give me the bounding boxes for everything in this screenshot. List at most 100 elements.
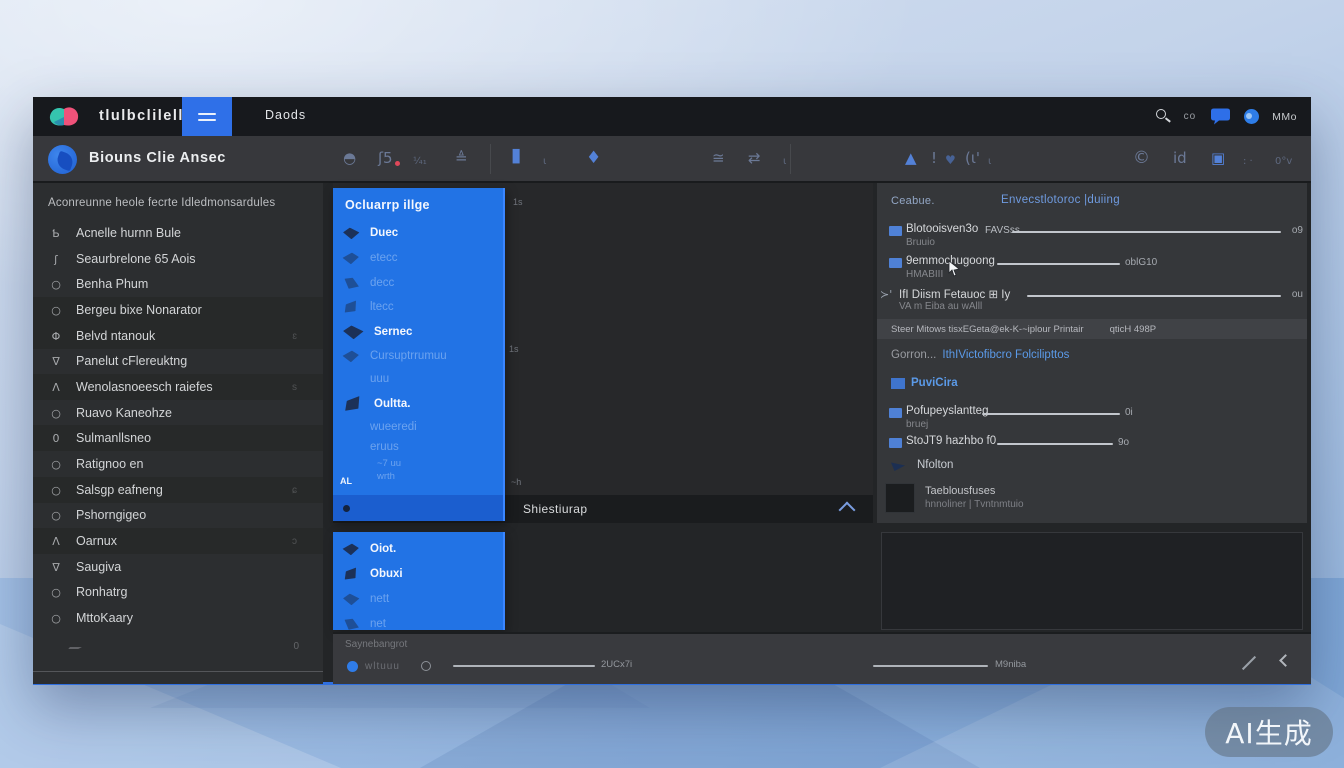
menu-selected-strip[interactable] xyxy=(333,495,503,521)
dot-icon[interactable]: ι xyxy=(988,152,991,172)
submenu-item[interactable]: Obuxi xyxy=(333,563,503,585)
slider-value: ou xyxy=(1292,289,1303,300)
slider-track[interactable] xyxy=(1012,231,1281,233)
clamp-icon[interactable]: ʃ5 xyxy=(378,148,393,168)
sidebar-item-label: Pshorngigeo xyxy=(76,508,146,522)
collapse-icon[interactable] xyxy=(64,647,82,654)
sidebar-item[interactable]: ΛWenolasnoeesch raiefess xyxy=(33,374,323,400)
sidebar-item-label: Ruavo Kaneohze xyxy=(76,406,172,420)
sidebar-item-label: Benha Phum xyxy=(76,277,148,291)
sidebar-item[interactable]: 0Sulmanllsneo xyxy=(33,425,323,451)
copyright-icon[interactable]: © xyxy=(1133,148,1150,168)
chat-bubble-icon[interactable] xyxy=(1209,108,1231,126)
search-icon[interactable] xyxy=(1156,109,1171,124)
inspector-header-right[interactable]: Envecstlotoroc |duiing xyxy=(1001,194,1120,206)
scale-slider-track[interactable] xyxy=(873,665,988,667)
sidebar-item[interactable]: ○Bergeu bixe Nonarator xyxy=(33,297,323,323)
menu-item-daods[interactable]: Daods xyxy=(265,108,306,122)
clip-card[interactable]: Taeblousfuses hnnoliner | Tvntnmtuio xyxy=(885,483,1295,517)
menu-item[interactable]: wrth xyxy=(333,469,503,483)
slider-track[interactable] xyxy=(997,263,1120,265)
submenu-item[interactable]: Oiot. xyxy=(333,538,503,560)
section-header-bar[interactable]: Steer Mitows tisxEGeta@ek-K-~iplour Prin… xyxy=(877,319,1307,339)
sidebar-item[interactable]: ○Ratignoo en xyxy=(33,451,323,477)
slider-sublabel: bruej xyxy=(906,419,928,430)
expand-chevron-icon[interactable]: ≻' xyxy=(880,288,892,301)
dome-icon[interactable]: ◓ xyxy=(343,148,356,168)
avatar[interactable] xyxy=(1244,109,1259,124)
id-card-icon[interactable]: id xyxy=(1173,148,1187,168)
sidebar-item[interactable]: ∇Saugiva xyxy=(33,554,323,580)
menu-item[interactable]: etecc xyxy=(333,247,503,269)
menu-item[interactable]: wueeredi xyxy=(333,416,503,438)
slider-track[interactable] xyxy=(997,443,1113,445)
drop-icon[interactable]: ♥ xyxy=(945,150,956,170)
menu-item[interactable]: ~7 uu xyxy=(333,456,503,470)
hyperlink[interactable]: IthIVictofibcro Folcilipttos xyxy=(942,349,1069,361)
menu-item-label: Cursuptrrumuu xyxy=(370,350,447,362)
flask-icon[interactable]: ♦ xyxy=(586,148,601,168)
popup-menu-header: Ocluarrp illge xyxy=(345,198,430,212)
record-dot-icon[interactable] xyxy=(347,661,358,672)
exclaim-icon[interactable]: ! xyxy=(931,148,937,168)
sidebar-item[interactable]: ○MttoKaary xyxy=(33,605,323,631)
list-icon: Λ xyxy=(49,381,63,394)
sidebar-item[interactable]: ○Benha Phum xyxy=(33,271,323,297)
list-icon: Φ xyxy=(49,330,63,343)
menu-item-icon xyxy=(341,298,360,316)
menu-item-icon xyxy=(341,615,360,634)
menu-item-label: Sernec xyxy=(374,326,412,338)
folder-icon[interactable]: ▣ xyxy=(1211,148,1225,168)
username-label: MMo xyxy=(1272,111,1297,123)
slider-row: 9emmochugoong HMABIII oblG10 xyxy=(877,255,1307,285)
menu-item-icon xyxy=(342,226,360,240)
tick-icon[interactable]: ι xyxy=(543,152,546,172)
menu-item[interactable]: Cursuptrrumuu xyxy=(333,345,503,367)
chevron-up-icon[interactable] xyxy=(839,502,856,519)
sidebar-item-label: MttoKaary xyxy=(76,611,133,625)
sidebar-item[interactable]: ○Salsgp eafnengɕ xyxy=(33,477,323,503)
zoom-slider-track[interactable] xyxy=(453,665,595,667)
sidebar-item[interactable]: ○Ruavo Kaneohze xyxy=(33,400,323,426)
layer-chip-icon[interactable] xyxy=(889,408,902,418)
layer-chip-icon[interactable] xyxy=(889,226,902,236)
pen-icon[interactable] xyxy=(1242,656,1256,670)
sidebar-item[interactable]: ΦBelvd ntanoukɛ xyxy=(33,323,323,349)
iron-icon[interactable]: ≜ xyxy=(455,148,468,168)
layers-icon[interactable]: ≅ xyxy=(712,148,725,168)
layer-chip-icon[interactable] xyxy=(889,438,902,448)
key-icon[interactable]: 0°v xyxy=(1275,152,1292,172)
sidebar-item[interactable]: ƄAcnelle hurnn Bule xyxy=(33,220,323,246)
quarter-icon[interactable]: ¼₁ xyxy=(413,152,427,172)
menu-item[interactable]: Duec xyxy=(333,222,503,244)
menu-item[interactable]: ltecc xyxy=(333,296,503,318)
desktop: { "watermark": "AI生成", "titlebar": { "ap… xyxy=(0,0,1344,768)
sidebar-item[interactable]: ∇Panelut cFlereuktng xyxy=(33,348,323,374)
menu-item[interactable]: decc xyxy=(333,272,503,294)
swap-icon[interactable]: ⇄ xyxy=(748,148,761,168)
slider-track[interactable] xyxy=(982,413,1120,415)
list-icon: ○ xyxy=(49,586,63,599)
layer-chip-icon[interactable] xyxy=(889,258,902,268)
chevron-left-icon[interactable] xyxy=(1279,654,1292,667)
more-dots-icon[interactable]: : · xyxy=(1243,152,1253,172)
ring-icon[interactable] xyxy=(421,661,431,671)
project-logo-icon[interactable] xyxy=(48,145,77,174)
submenu-item[interactable]: nett xyxy=(333,588,503,610)
menu-item[interactable]: uuu xyxy=(333,368,503,390)
sidebar-item[interactable]: ○Ronhatrg xyxy=(33,579,323,605)
mountain-icon[interactable]: ▲ xyxy=(905,148,917,168)
badge-icon[interactable]: ▮ xyxy=(511,145,521,165)
menu-item[interactable]: Sernec xyxy=(333,321,503,343)
menu-item-label: wrth xyxy=(377,471,395,482)
sidebar-item[interactable]: ʃSeaurbrelone 65 Aois xyxy=(33,246,323,272)
hamburger-menu-button[interactable] xyxy=(182,97,232,136)
sidebar-item-label: Acnelle hurnn Bule xyxy=(76,226,181,240)
sidebar-item[interactable]: ΛOarnuxɔ xyxy=(33,528,323,554)
slider-track[interactable] xyxy=(1027,295,1281,297)
menu-item[interactable]: Oultta. xyxy=(333,393,503,415)
paren-icon[interactable]: (ι' xyxy=(965,148,980,168)
menu-item[interactable]: eruus xyxy=(333,436,503,458)
sidebar-item[interactable]: ○Pshorngigeo xyxy=(33,502,323,528)
small-tick-icon[interactable]: ι xyxy=(783,152,786,172)
